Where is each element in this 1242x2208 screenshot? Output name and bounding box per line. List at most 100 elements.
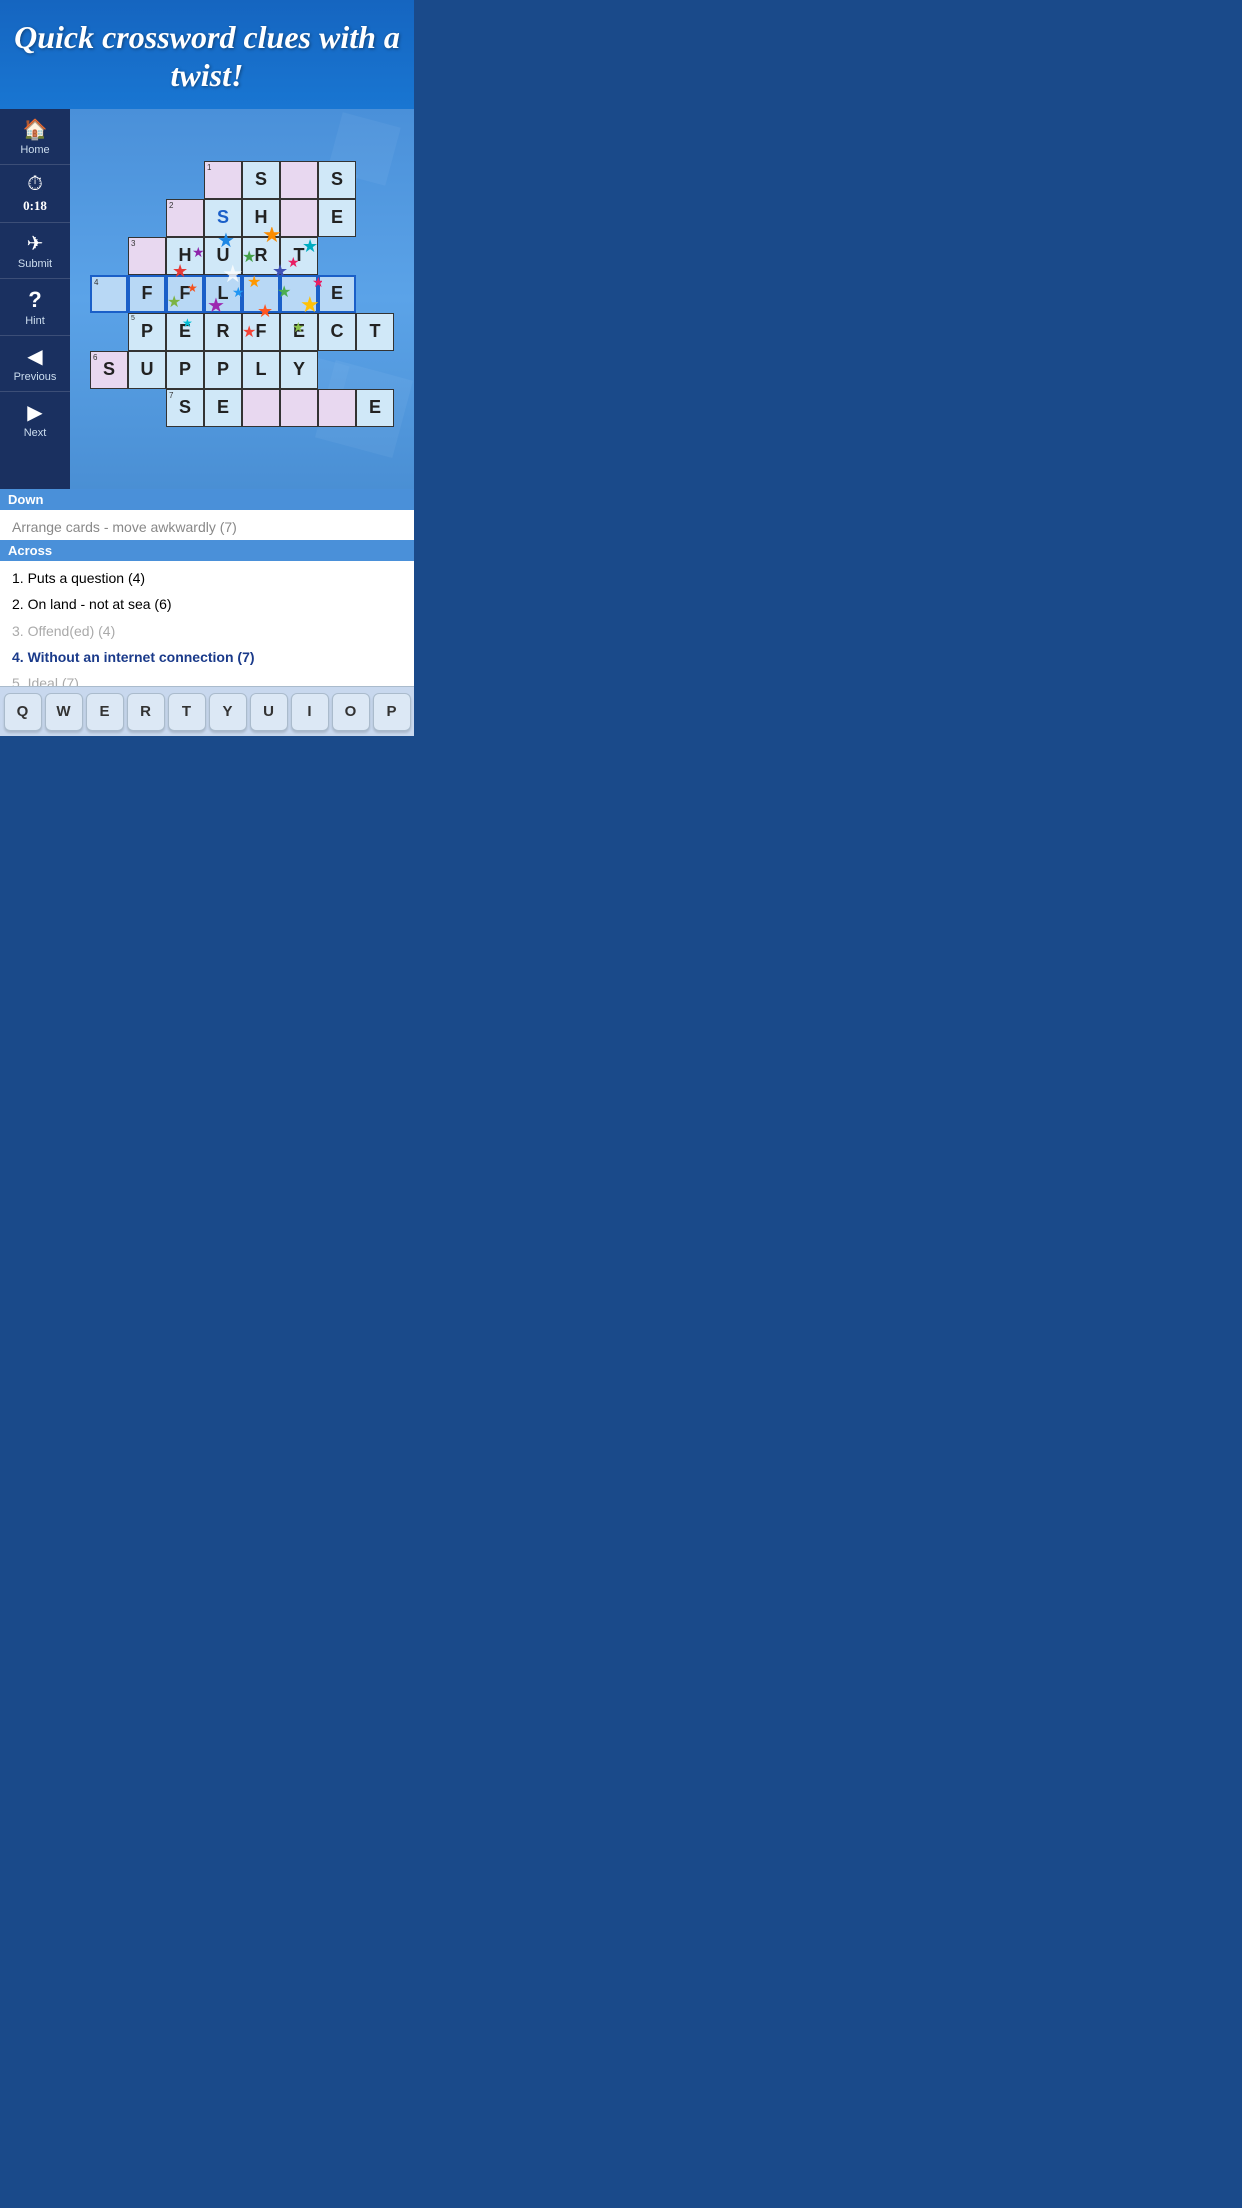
cell-empty: [318, 351, 356, 389]
grid-cell[interactable]: L: [242, 351, 280, 389]
grid-cell[interactable]: C: [318, 313, 356, 351]
grid-cell[interactable]: U: [204, 237, 242, 275]
grid-row-6: 6S U P P L Y: [90, 351, 394, 389]
cell-empty: [90, 313, 128, 351]
crossword-grid: 1 S S 2 S H: [90, 161, 394, 427]
grid-row-5: 5P E R F E C T: [90, 313, 394, 351]
down-clue[interactable]: Arrange cards - move awkwardly (7): [0, 514, 414, 540]
grid-cell[interactable]: F: [242, 313, 280, 351]
keyboard: Q W E R T Y U I O P: [0, 686, 414, 736]
grid-cell[interactable]: 7S: [166, 389, 204, 427]
grid-row-3: 3 H U R T: [90, 237, 394, 275]
sidebar-item-hint[interactable]: ? Hint: [0, 279, 70, 336]
timer-icon: ⏱: [27, 173, 43, 196]
grid-cell[interactable]: L: [204, 275, 242, 313]
grid-cell[interactable]: E: [318, 275, 356, 313]
grid-cell[interactable]: E: [166, 313, 204, 351]
key-i[interactable]: I: [291, 693, 329, 731]
grid-cell[interactable]: T: [280, 237, 318, 275]
grid-cell[interactable]: P: [166, 351, 204, 389]
grid-cell[interactable]: U: [128, 351, 166, 389]
grid-row-1: 1 S S: [90, 161, 394, 199]
grid-cell[interactable]: 6S: [90, 351, 128, 389]
grid-cell[interactable]: E: [356, 389, 394, 427]
puzzle-area: 1 S S 2 S H: [70, 109, 414, 489]
home-icon: 🏠: [23, 117, 48, 142]
cell-empty: [90, 161, 128, 199]
grid-cell[interactable]: [242, 275, 280, 313]
timer-value: 0:18: [23, 198, 47, 214]
grid-cell[interactable]: [318, 389, 356, 427]
key-p[interactable]: P: [373, 693, 411, 731]
grid-cell[interactable]: S: [204, 199, 242, 237]
across-clue-3[interactable]: 3. Offend(ed) (4): [0, 618, 414, 644]
cell-empty: [128, 199, 166, 237]
grid-cell[interactable]: 4: [90, 275, 128, 313]
submit-icon: ✈: [27, 231, 44, 256]
grid-cell[interactable]: R: [242, 237, 280, 275]
cell-empty: [166, 161, 204, 199]
grid-row-2: 2 S H E: [90, 199, 394, 237]
key-y[interactable]: Y: [209, 693, 247, 731]
down-header: Down: [0, 489, 414, 510]
cell-empty: [90, 199, 128, 237]
cell-empty: [356, 351, 394, 389]
app-container: Quick crossword clues with a twist! 🏠 Ho…: [0, 0, 414, 736]
across-clue-4[interactable]: 4. Without an internet connection (7): [0, 644, 414, 670]
key-u[interactable]: U: [250, 693, 288, 731]
grid-cell[interactable]: 5P: [128, 313, 166, 351]
grid-cell[interactable]: 2: [166, 199, 204, 237]
grid-row-7: 7S E E: [90, 389, 394, 427]
grid-cell[interactable]: H: [242, 199, 280, 237]
sidebar-item-home[interactable]: 🏠 Home: [0, 109, 70, 165]
sidebar-hint-label: Hint: [25, 315, 45, 327]
grid-cell[interactable]: S: [318, 161, 356, 199]
grid-cell[interactable]: F: [166, 275, 204, 313]
grid-cell[interactable]: P: [204, 351, 242, 389]
sidebar-previous-label: Previous: [14, 371, 57, 383]
next-icon: ▶: [27, 400, 42, 425]
grid-cell[interactable]: [280, 275, 318, 313]
cell-empty: [90, 237, 128, 275]
header: Quick crossword clues with a twist!: [0, 0, 414, 109]
sidebar-submit-label: Submit: [18, 258, 52, 270]
grid-cell[interactable]: E: [280, 313, 318, 351]
cell-empty: [90, 389, 128, 427]
key-o[interactable]: O: [332, 693, 370, 731]
key-e[interactable]: E: [86, 693, 124, 731]
grid-cell[interactable]: [280, 389, 318, 427]
grid-cell[interactable]: 1: [204, 161, 242, 199]
sidebar-item-previous[interactable]: ◀ Previous: [0, 336, 70, 392]
key-t[interactable]: T: [168, 693, 206, 731]
cell-empty: [128, 161, 166, 199]
sidebar-next-label: Next: [24, 427, 47, 439]
sidebar: 🏠 Home ⏱ 0:18 ✈ Submit ? Hint ◀ Previ: [0, 109, 70, 489]
across-clue-2[interactable]: 2. On land - not at sea (6): [0, 591, 414, 617]
grid-cell[interactable]: [280, 199, 318, 237]
cell-empty: [128, 389, 166, 427]
key-r[interactable]: R: [127, 693, 165, 731]
grid-cell[interactable]: S: [242, 161, 280, 199]
sidebar-item-next[interactable]: ▶ Next: [0, 392, 70, 447]
grid-cell[interactable]: [280, 161, 318, 199]
key-q[interactable]: Q: [4, 693, 42, 731]
hint-icon: ?: [28, 287, 41, 313]
grid-cell[interactable]: T: [356, 313, 394, 351]
sidebar-home-label: Home: [20, 144, 49, 156]
key-w[interactable]: W: [45, 693, 83, 731]
grid-cell[interactable]: [242, 389, 280, 427]
grid-cell[interactable]: H: [166, 237, 204, 275]
across-header: Across: [0, 540, 414, 561]
grid-cell[interactable]: Y: [280, 351, 318, 389]
grid-row-4: 4 F F L E: [90, 275, 394, 313]
cell-empty: [318, 237, 356, 275]
grid-cell[interactable]: R: [204, 313, 242, 351]
sidebar-item-submit[interactable]: ✈ Submit: [0, 223, 70, 279]
header-title: Quick crossword clues with a twist!: [10, 18, 404, 95]
grid-cell[interactable]: 3: [128, 237, 166, 275]
grid-cell[interactable]: E: [204, 389, 242, 427]
across-clue-1[interactable]: 1. Puts a question (4): [0, 565, 414, 591]
grid-cell[interactable]: F: [128, 275, 166, 313]
sidebar-item-timer: ⏱ 0:18: [0, 165, 70, 223]
grid-cell[interactable]: E: [318, 199, 356, 237]
